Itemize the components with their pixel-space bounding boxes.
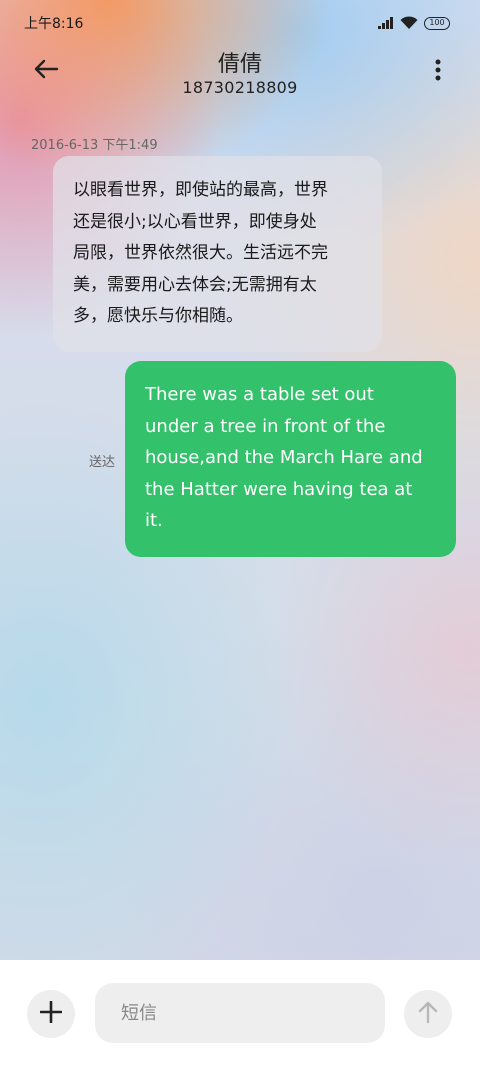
signal-icon xyxy=(378,14,394,33)
conversation-header: 倩倩 18730218809 xyxy=(0,44,480,104)
message-line: under a tree in front of the xyxy=(145,415,386,437)
plus-icon xyxy=(39,1000,63,1027)
incoming-message-bubble[interactable]: 以眼看世界，即使站的最高，世界 还是很小;以心看世界，即使身处 局限，世界依然很… xyxy=(53,156,382,352)
more-options-button[interactable] xyxy=(426,58,450,86)
wifi-icon xyxy=(400,14,418,33)
send-button[interactable] xyxy=(404,990,452,1038)
message-line: the Hatter were having tea at xyxy=(145,478,413,500)
battery-icon: 100 xyxy=(424,17,450,30)
message-line: house,and the March Hare and xyxy=(145,447,423,468)
message-line: 局限，世界依然很大。生活远不完 xyxy=(73,243,328,263)
status-bar: 上午8:16 100 xyxy=(0,0,480,44)
status-time: 上午8:16 xyxy=(24,16,84,32)
contact-name: 倩倩 xyxy=(217,52,262,77)
message-line: 美，需要用心去体会;无需拥有太 xyxy=(73,274,317,295)
status-icons: 100 xyxy=(378,14,450,33)
outgoing-message-bubble[interactable]: There was a table set out under a tree i… xyxy=(125,361,456,557)
delivery-status: 送达 xyxy=(89,455,116,470)
add-attachment-button[interactable] xyxy=(27,990,75,1038)
message-line: 还是很小;以心看世界，即使身处 xyxy=(73,211,317,232)
message-line: it. xyxy=(145,510,163,531)
message-line: 以眼看世界，即使站的最高，世界 xyxy=(73,180,328,200)
message-input[interactable] xyxy=(95,983,385,1043)
message-line: There was a table set out xyxy=(145,384,374,405)
message-composer xyxy=(0,960,480,1066)
contact-number: 18730218809 xyxy=(182,78,298,97)
message-line: 多，愿快乐与你相随。 xyxy=(73,306,243,326)
message-timestamp: 2016-6-13 下午1:49 xyxy=(31,138,158,153)
arrow-up-icon xyxy=(417,1000,439,1028)
more-vertical-icon xyxy=(435,59,441,85)
